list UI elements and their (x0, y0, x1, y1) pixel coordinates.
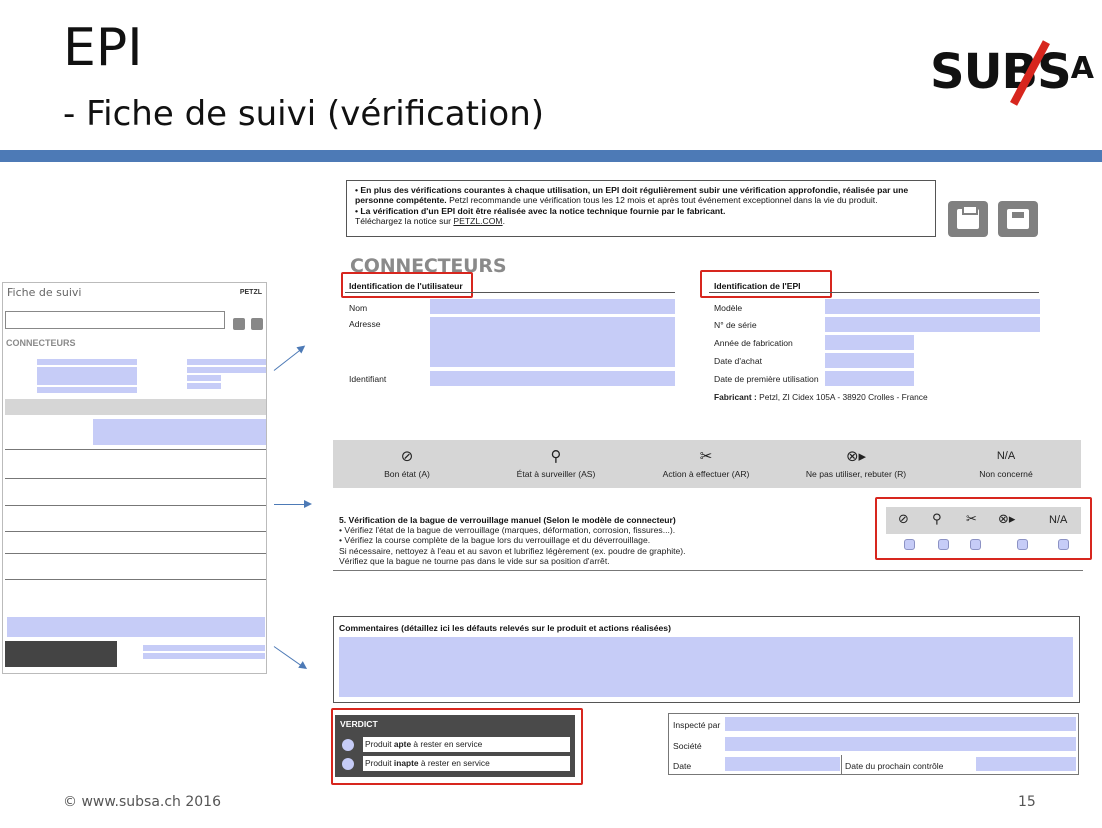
legend-item: N/A Non concerné (931, 440, 1081, 488)
comments-field[interactable] (339, 637, 1073, 697)
date-field[interactable] (725, 757, 840, 771)
thumbnail-field (187, 375, 221, 381)
thumbnail-section: CONNECTEURS (6, 338, 76, 348)
inspection-divider (841, 755, 842, 775)
thumbnail-legend (5, 399, 266, 415)
check-5-line: • Vérifiez l'état de la bague de verroui… (339, 525, 676, 536)
year-label: Année de fabrication (714, 338, 793, 348)
check-5-line: Vérifiez que la bague ne tourne pas dans… (339, 555, 610, 566)
inspection-box: Inspecté par Société Date Date du procha… (668, 713, 1079, 775)
highlight-user-section (341, 272, 473, 298)
epi-section-rule (709, 292, 1039, 293)
highlight-verdict (331, 708, 583, 785)
address-label: Adresse (349, 319, 381, 329)
user-section-rule (345, 292, 675, 293)
check-5-rule (333, 570, 1083, 571)
next-control-field[interactable] (976, 757, 1076, 771)
identifier-field[interactable] (430, 371, 675, 386)
check-5-title: 5. Vérification de la bague de verrouill… (339, 515, 676, 525)
subsa-logo: SUBSA (930, 38, 1094, 108)
arrow-to-identification (273, 346, 305, 371)
thumbnail-print-icon (233, 318, 245, 330)
thumbnail-rule (5, 449, 266, 450)
thumbnail-rule (5, 505, 266, 506)
serial-label: N° de série (714, 320, 757, 330)
thumbnail-field (187, 359, 266, 365)
comments-title: Commentaires (détaillez ici les défauts … (339, 623, 671, 633)
logo-text: SUBSA (930, 44, 1094, 100)
thumbnail-field (187, 367, 266, 373)
floppy-disk-icon (1007, 209, 1029, 229)
thumbnail-field (143, 653, 265, 659)
thumbnail-notice (5, 311, 225, 329)
company-field[interactable] (725, 737, 1076, 751)
slide-title: EPI (63, 18, 143, 78)
year-field[interactable] (825, 335, 914, 350)
company-label: Société (673, 741, 702, 751)
legend-item: ⊗▸ Ne pas utiliser, rebuter (R) (781, 440, 931, 488)
check-5-line: Si nécessaire, nettoyez à l'eau et au sa… (339, 545, 686, 556)
thumbnail-brand: PETZL (239, 289, 262, 296)
arrow-to-check (274, 500, 312, 508)
thumbnail-verdict (5, 641, 117, 667)
thumbnail-save-icon (251, 318, 263, 330)
legend-item: ⊘ Bon état (A) (333, 440, 481, 488)
reject-bin-icon: ⊗▸ (845, 447, 867, 465)
check-circle-icon: ⊘ (400, 447, 414, 465)
address-field[interactable] (430, 317, 675, 367)
save-button[interactable] (998, 201, 1038, 237)
check-5-line: • Vérifiez la course complète de la bagu… (339, 535, 651, 546)
check-item-5: 5. Vérification de la bague de verrouill… (339, 515, 869, 566)
next-control-label: Date du prochain contrôle (845, 761, 944, 771)
form-thumbnail: Fiche de suivi PETZL CONNECTEURS (2, 282, 267, 674)
model-field[interactable] (825, 299, 1040, 314)
copyright: © www.subsa.ch 2016 (63, 794, 221, 810)
thumbnail-rule (5, 478, 266, 479)
magnifier-icon: ⚲ (550, 447, 562, 465)
printer-icon (957, 205, 979, 229)
print-button[interactable] (948, 201, 988, 237)
thumbnail-field (37, 387, 137, 393)
inspected-by-field[interactable] (725, 717, 1076, 731)
header-band (0, 150, 1102, 162)
name-label: Nom (349, 303, 368, 313)
manufacturer: Fabricant : Petzl, ZI Cidex 105A - 38920… (714, 392, 928, 402)
thumbnail-field (93, 419, 266, 445)
purchase-date-label: Date d'achat (714, 356, 762, 366)
first-use-label: Date de première utilisation (714, 374, 819, 384)
status-legend: ⊘ Bon état (A) ⚲ État à surveiller (AS) … (333, 440, 1081, 488)
comments-box: Commentaires (détaillez ici les défauts … (333, 616, 1080, 703)
highlight-epi-section (700, 270, 832, 298)
page-number: 15 (1018, 794, 1036, 810)
thumbnail-heading: Fiche de suivi (7, 286, 82, 299)
tools-icon: ✂ (699, 447, 713, 465)
model-label: Modèle (714, 303, 743, 313)
notice-box: • En plus des vérifications courantes à … (346, 180, 936, 237)
arrow-to-comments (273, 646, 306, 669)
date-label: Date (673, 761, 692, 771)
thumbnail-field (143, 645, 265, 651)
legend-item: ⚲ État à surveiller (AS) (481, 440, 631, 488)
thumbnail-field (37, 367, 137, 385)
thumbnail-rule (5, 553, 266, 554)
highlight-check-5 (875, 497, 1092, 560)
legend-item: ✂ Action à effectuer (AR) (631, 440, 781, 488)
na-icon: N/A (996, 450, 1016, 462)
purchase-date-field[interactable] (825, 353, 914, 368)
thumbnail-field (37, 359, 137, 365)
identifier-label: Identifiant (349, 374, 387, 384)
notice-line-2: • La vérification d'un EPI doit être réa… (355, 205, 726, 216)
slide-subtitle: - Fiche de suivi (vérification) (63, 94, 545, 134)
thumbnail-field (7, 617, 265, 637)
serial-field[interactable] (825, 317, 1040, 332)
thumbnail-rule (5, 531, 266, 532)
name-field[interactable] (430, 299, 675, 314)
petzl-link[interactable]: PETZL.COM (453, 216, 502, 226)
thumbnail-rule (5, 579, 266, 580)
first-use-field[interactable] (825, 371, 914, 386)
notice-line-3: Téléchargez la notice sur PETZL.COM. (355, 216, 505, 227)
notice-line-1: • En plus des vérifications courantes à … (355, 185, 909, 206)
thumbnail-field (187, 383, 221, 389)
inspected-by-label: Inspecté par (673, 720, 721, 730)
